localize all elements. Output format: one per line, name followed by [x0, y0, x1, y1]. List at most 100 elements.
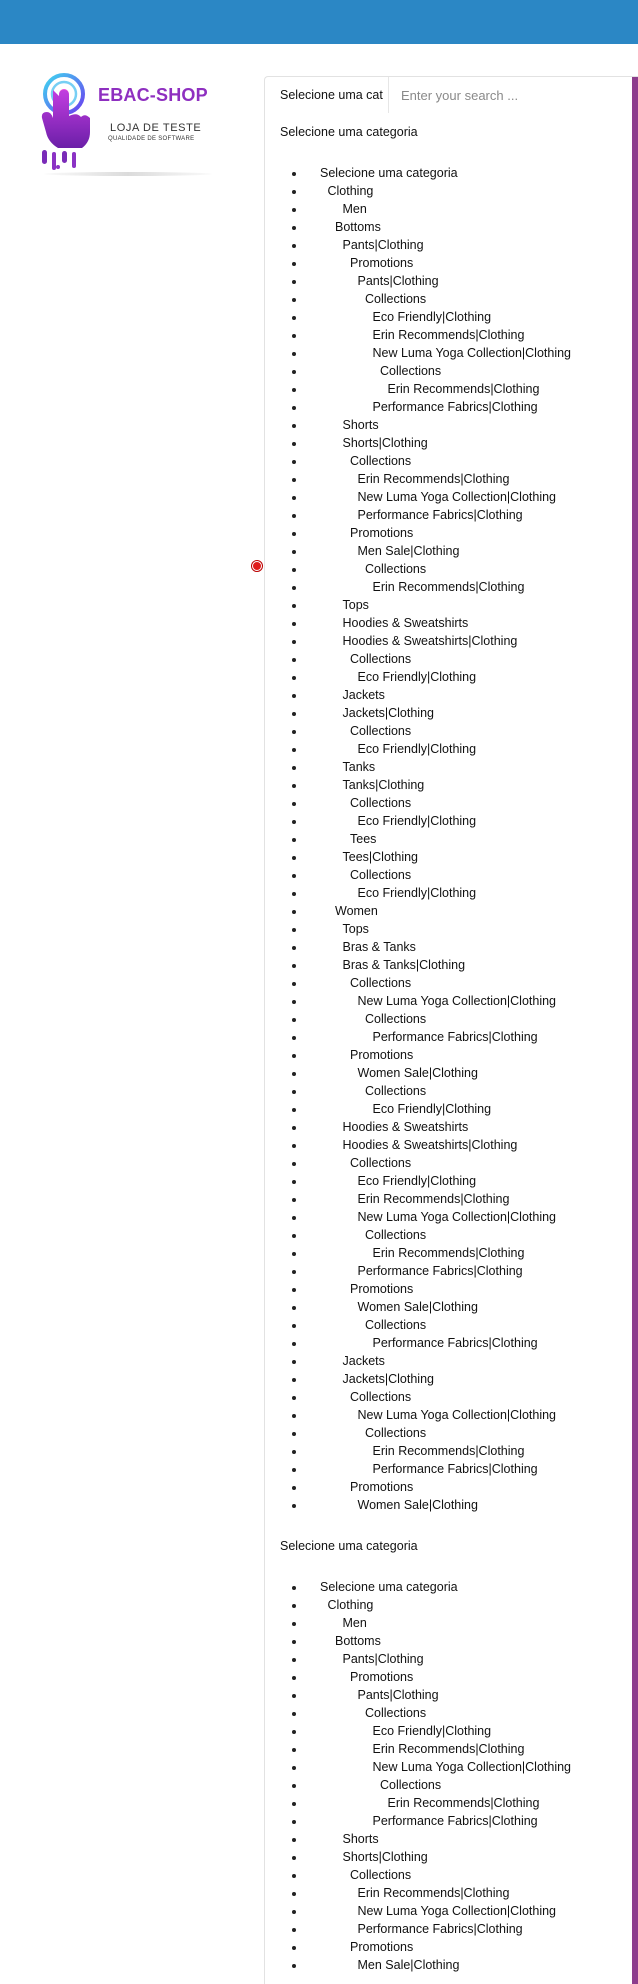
category-option[interactable]: New Luma Yoga Collection|Clothing	[265, 992, 633, 1010]
category-option[interactable]: Eco Friendly|Clothing	[265, 812, 633, 830]
category-option[interactable]: Men Sale|Clothing	[265, 1956, 633, 1974]
category-option[interactable]: Bras & Tanks|Clothing	[265, 956, 633, 974]
category-option[interactable]: Performance Fabrics|Clothing	[265, 1262, 633, 1280]
category-option[interactable]: Performance Fabrics|Clothing	[265, 1460, 633, 1478]
category-option[interactable]: Erin Recommends|Clothing	[265, 380, 633, 398]
category-option[interactable]: New Luma Yoga Collection|Clothing	[265, 1902, 633, 1920]
category-option[interactable]: Tanks|Clothing	[265, 776, 633, 794]
category-option[interactable]: Performance Fabrics|Clothing	[265, 1920, 633, 1938]
category-option[interactable]: Women Sale|Clothing	[265, 1298, 633, 1316]
category-option[interactable]: Eco Friendly|Clothing	[265, 740, 633, 758]
category-option[interactable]: Performance Fabrics|Clothing	[265, 1028, 633, 1046]
category-option[interactable]: Jackets	[265, 686, 633, 704]
category-option[interactable]: Promotions	[265, 524, 633, 542]
category-option[interactable]: New Luma Yoga Collection|Clothing	[265, 1406, 633, 1424]
category-option[interactable]: New Luma Yoga Collection|Clothing	[265, 1758, 633, 1776]
category-option[interactable]: Collections	[265, 1424, 633, 1442]
category-option[interactable]: Collections	[265, 1154, 633, 1172]
category-option[interactable]: Eco Friendly|Clothing	[265, 1722, 633, 1740]
category-option[interactable]: Erin Recommends|Clothing	[265, 1190, 633, 1208]
category-option[interactable]: Hoodies & Sweatshirts	[265, 614, 633, 632]
category-option[interactable]: Performance Fabrics|Clothing	[265, 1812, 633, 1830]
category-option[interactable]: Promotions	[265, 254, 633, 272]
category-option[interactable]: Shorts	[265, 416, 633, 434]
category-option[interactable]: Bottoms	[265, 1632, 633, 1650]
category-option[interactable]: Promotions	[265, 1668, 633, 1686]
category-option[interactable]: Collections	[265, 974, 633, 992]
category-option[interactable]: Collections	[265, 1082, 633, 1100]
category-option[interactable]: New Luma Yoga Collection|Clothing	[265, 344, 633, 362]
ebac-shop-logo[interactable]: EBAC-SHOP LOJA DE TESTE QUALIDADE DE SOF…	[36, 72, 216, 182]
category-option[interactable]: Performance Fabrics|Clothing	[265, 398, 633, 416]
category-option[interactable]: Women	[265, 902, 633, 920]
category-option[interactable]: Pants|Clothing	[265, 236, 633, 254]
category-option[interactable]: Erin Recommends|Clothing	[265, 1740, 633, 1758]
category-option[interactable]: Collections	[265, 1776, 633, 1794]
category-option[interactable]: Collections	[265, 1010, 633, 1028]
category-option[interactable]: Promotions	[265, 1478, 633, 1496]
category-option[interactable]: Shorts|Clothing	[265, 1848, 633, 1866]
category-option[interactable]: Selecione uma categoria	[265, 164, 633, 182]
category-option[interactable]: Clothing	[265, 182, 633, 200]
category-option[interactable]: Eco Friendly|Clothing	[265, 308, 633, 326]
category-option[interactable]: Promotions	[265, 1938, 633, 1956]
category-option[interactable]: Erin Recommends|Clothing	[265, 470, 633, 488]
category-option[interactable]: Collections	[265, 650, 633, 668]
category-option[interactable]: Shorts	[265, 1830, 633, 1848]
category-option[interactable]: Bras & Tanks	[265, 938, 633, 956]
category-option[interactable]: Collections	[265, 452, 633, 470]
category-option[interactable]: Promotions	[265, 1046, 633, 1064]
category-option[interactable]: Shorts|Clothing	[265, 434, 633, 452]
category-option[interactable]: Tanks	[265, 758, 633, 776]
category-option[interactable]: Collections	[265, 1866, 633, 1884]
category-option[interactable]: Hoodies & Sweatshirts|Clothing	[265, 632, 633, 650]
category-option[interactable]: Performance Fabrics|Clothing	[265, 506, 633, 524]
category-option[interactable]: Jackets	[265, 1352, 633, 1370]
category-option[interactable]: Collections	[265, 290, 633, 308]
category-option[interactable]: Women Sale|Clothing	[265, 1064, 633, 1082]
category-option[interactable]: Eco Friendly|Clothing	[265, 668, 633, 686]
category-option[interactable]: Eco Friendly|Clothing	[265, 884, 633, 902]
search-input[interactable]	[389, 77, 633, 113]
category-option[interactable]: Women Sale|Clothing	[265, 1496, 633, 1514]
category-option[interactable]: Erin Recommends|Clothing	[265, 578, 633, 596]
category-option[interactable]: Promotions	[265, 1280, 633, 1298]
category-option[interactable]: Men	[265, 200, 633, 218]
category-option[interactable]: Clothing	[265, 1596, 633, 1614]
category-option[interactable]: Erin Recommends|Clothing	[265, 1884, 633, 1902]
category-option[interactable]: Erin Recommends|Clothing	[265, 1244, 633, 1262]
category-option[interactable]: Collections	[265, 560, 633, 578]
category-option[interactable]: Tees	[265, 830, 633, 848]
category-option[interactable]: Erin Recommends|Clothing	[265, 1794, 633, 1812]
category-option[interactable]: Bottoms	[265, 218, 633, 236]
category-option[interactable]: Eco Friendly|Clothing	[265, 1172, 633, 1190]
category-option[interactable]: Collections	[265, 362, 633, 380]
category-option[interactable]: New Luma Yoga Collection|Clothing	[265, 488, 633, 506]
category-option[interactable]: Collections	[265, 794, 633, 812]
category-option[interactable]: Collections	[265, 1226, 633, 1244]
category-option[interactable]: Selecione uma categoria	[265, 1578, 633, 1596]
category-option[interactable]: Eco Friendly|Clothing	[265, 1100, 633, 1118]
category-option[interactable]: Tops	[265, 596, 633, 614]
category-option[interactable]: Men Sale|Clothing	[265, 542, 633, 560]
category-option[interactable]: Collections	[265, 722, 633, 740]
category-option[interactable]: Erin Recommends|Clothing	[265, 326, 633, 344]
category-option[interactable]: Jackets|Clothing	[265, 1370, 633, 1388]
category-option[interactable]: Hoodies & Sweatshirts	[265, 1118, 633, 1136]
category-option[interactable]: Performance Fabrics|Clothing	[265, 1334, 633, 1352]
category-option[interactable]: Collections	[265, 1388, 633, 1406]
category-option[interactable]: Tees|Clothing	[265, 848, 633, 866]
category-option[interactable]: Pants|Clothing	[265, 272, 633, 290]
category-option[interactable]: Tops	[265, 920, 633, 938]
category-option[interactable]: Collections	[265, 1704, 633, 1722]
category-option[interactable]: Collections	[265, 866, 633, 884]
category-select[interactable]: Selecione uma cat	[265, 77, 389, 113]
category-option[interactable]: Pants|Clothing	[265, 1686, 633, 1704]
category-option[interactable]: Hoodies & Sweatshirts|Clothing	[265, 1136, 633, 1154]
category-option[interactable]: Men	[265, 1614, 633, 1632]
category-option[interactable]: Erin Recommends|Clothing	[265, 1442, 633, 1460]
category-option[interactable]: Collections	[265, 1316, 633, 1334]
category-option[interactable]: Pants|Clothing	[265, 1650, 633, 1668]
category-option[interactable]: New Luma Yoga Collection|Clothing	[265, 1208, 633, 1226]
category-option[interactable]: Jackets|Clothing	[265, 704, 633, 722]
